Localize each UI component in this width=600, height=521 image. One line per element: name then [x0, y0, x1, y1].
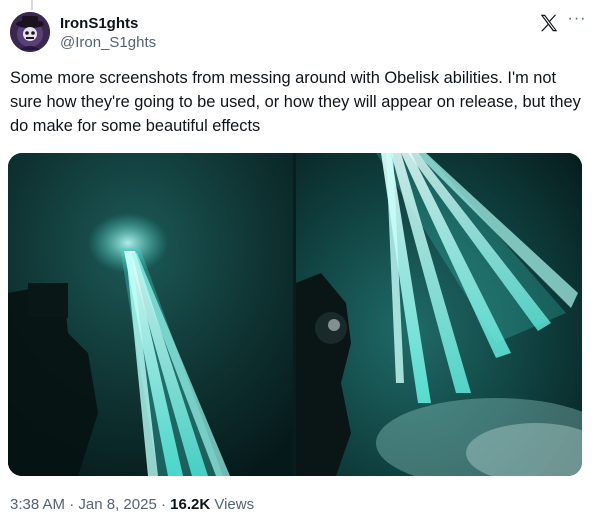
- avatar-image: [10, 12, 50, 52]
- author-names: IronS1ghts @Iron_S1ghts: [60, 14, 156, 52]
- tweet-text: Some more screenshots from messing aroun…: [10, 69, 581, 135]
- tweet-header: IronS1ghts @Iron_S1ghts ···: [10, 10, 588, 56]
- tweet-meta: 3:38 AM · Jan 8, 2025 · 16.2K Views: [10, 495, 254, 515]
- media-grid: [8, 153, 582, 476]
- x-logo-icon[interactable]: [538, 12, 560, 34]
- thread-line: [31, 0, 33, 10]
- avatar[interactable]: [10, 12, 50, 52]
- meta-separator: ·: [156, 496, 171, 513]
- tweet-date[interactable]: Jan 8, 2025: [78, 496, 156, 513]
- user-handle[interactable]: @Iron_S1ghts: [60, 33, 156, 52]
- more-options-icon[interactable]: ···: [566, 10, 588, 32]
- tweet-time[interactable]: 3:38 AM: [10, 496, 65, 513]
- meta-separator: ·: [65, 496, 79, 513]
- display-name[interactable]: IronS1ghts: [60, 14, 156, 33]
- views-count: 16.2K: [170, 496, 211, 513]
- media-image-left[interactable]: [8, 153, 293, 476]
- views-label: Views: [210, 496, 255, 513]
- media-image-right[interactable]: [296, 153, 582, 476]
